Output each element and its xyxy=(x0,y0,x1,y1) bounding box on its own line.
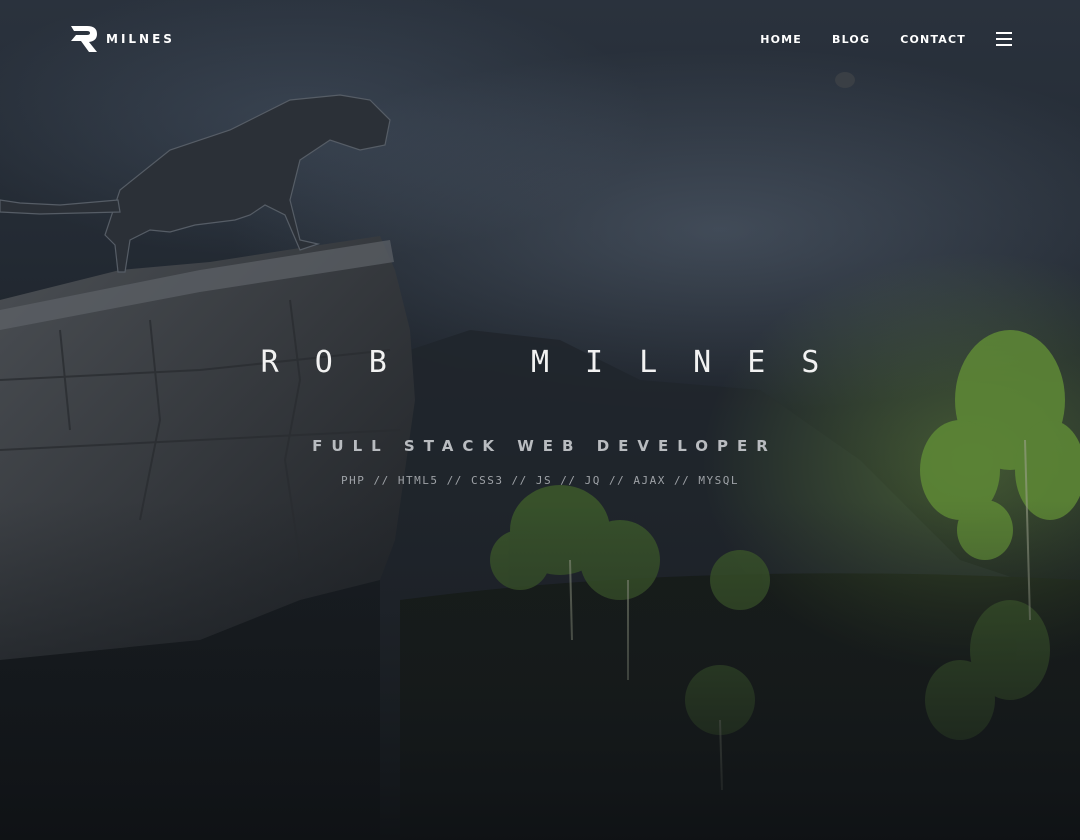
nav-home-link[interactable]: HOME xyxy=(760,33,802,46)
hero-skills: PHP // HTML5 // CSS3 // JS // JQ // AJAX… xyxy=(340,474,739,487)
hamburger-line xyxy=(996,44,1012,46)
main-nav: HOME BLOG CONTACT xyxy=(730,32,1012,46)
page: MILNES HOME BLOG CONTACT ROB MILNES FULL… xyxy=(0,0,1080,840)
nav-blog-link[interactable]: BLOG xyxy=(832,33,870,46)
hero-background-image xyxy=(0,0,1080,840)
hamburger-line xyxy=(996,38,1012,40)
hamburger-line xyxy=(996,32,1012,34)
hero-name: ROB MILNES xyxy=(260,345,856,380)
nav-contact-link[interactable]: CONTACT xyxy=(900,33,966,46)
r-logo-icon xyxy=(71,26,97,52)
hamburger-icon[interactable] xyxy=(996,32,1012,46)
brand-name: MILNES xyxy=(106,32,175,46)
hero-role: FULL STACK WEB DEVELOPER xyxy=(312,437,777,455)
brand-logo[interactable]: MILNES xyxy=(70,24,175,54)
